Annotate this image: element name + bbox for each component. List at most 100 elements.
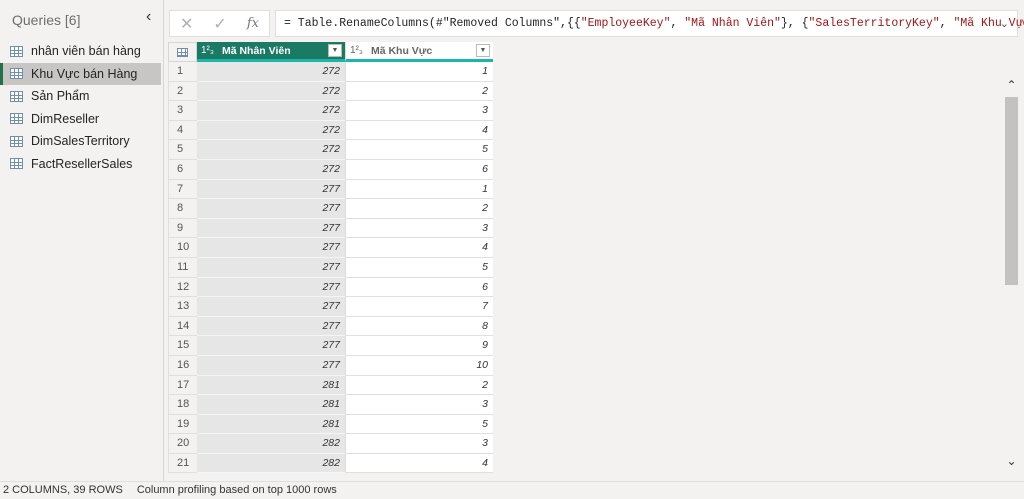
cell-ma-nhan-vien[interactable]: 281 — [197, 375, 345, 396]
query-item[interactable]: DimSalesTerritory — [0, 130, 163, 153]
column-header-ma-nhan-vien[interactable]: 1²₃ Mã Nhân Viên ▼ — [197, 42, 345, 62]
row-number[interactable]: 10 — [168, 238, 197, 258]
table-menu-icon[interactable] — [168, 42, 197, 62]
cell-ma-nhan-vien[interactable]: 281 — [197, 395, 345, 415]
formula-string: "Mã Khu Vực" — [953, 17, 1024, 30]
filter-dropdown-icon[interactable]: ▼ — [476, 44, 490, 57]
row-number[interactable]: 4 — [168, 120, 197, 141]
cell-ma-nhan-vien[interactable]: 277 — [197, 179, 345, 200]
row-number[interactable]: 13 — [168, 297, 197, 317]
cell-ma-khu-vuc[interactable]: 10 — [345, 355, 493, 376]
grid-header: 1²₃ Mã Nhân Viên ▼ 1²₃ Mã Khu Vực ▼ — [168, 42, 494, 62]
table-row: 2 272 2 — [168, 81, 494, 102]
cell-ma-nhan-vien[interactable]: 277 — [197, 257, 345, 278]
scrollbar-thumb[interactable] — [1005, 97, 1018, 285]
cell-ma-nhan-vien[interactable]: 277 — [197, 218, 345, 239]
table-row: 6 272 6 — [168, 159, 494, 180]
cell-ma-nhan-vien[interactable]: 272 — [197, 140, 345, 160]
cell-ma-nhan-vien[interactable]: 272 — [197, 81, 345, 102]
scroll-down-icon[interactable]: ⌄ — [1003, 454, 1020, 470]
collapse-pane-chevron-left-icon[interactable]: ‹ — [146, 8, 151, 26]
column-header-ma-khu-vuc[interactable]: 1²₃ Mã Khu Vực ▼ — [345, 42, 493, 62]
cell-ma-khu-vuc[interactable]: 6 — [345, 159, 493, 180]
row-number[interactable]: 12 — [168, 277, 197, 298]
whole-number-type-icon[interactable]: 1²₃ — [350, 45, 363, 56]
query-item[interactable]: Khu Vực bán Hàng — [0, 62, 161, 85]
cell-ma-nhan-vien[interactable]: 277 — [197, 277, 345, 298]
cell-ma-nhan-vien[interactable]: 277 — [197, 316, 345, 337]
row-number[interactable]: 18 — [168, 395, 197, 415]
cell-ma-khu-vuc[interactable]: 6 — [345, 277, 493, 298]
row-number[interactable]: 11 — [168, 257, 197, 278]
table-icon — [10, 158, 23, 170]
row-number[interactable]: 5 — [168, 140, 197, 160]
cell-ma-nhan-vien[interactable]: 277 — [197, 355, 345, 376]
vertical-scrollbar[interactable]: ⌃ ⌄ — [1003, 78, 1020, 470]
queries-title: Queries [6] — [12, 12, 81, 28]
commit-check-icon[interactable]: ✓ — [213, 14, 226, 34]
cell-ma-khu-vuc[interactable]: 2 — [345, 375, 493, 396]
table-row: 4 272 4 — [168, 120, 494, 141]
profiling-status[interactable]: Column profiling based on top 1000 rows — [137, 484, 337, 496]
cell-ma-khu-vuc[interactable]: 2 — [345, 199, 493, 219]
row-number[interactable]: 17 — [168, 375, 197, 396]
filter-dropdown-icon[interactable]: ▼ — [328, 44, 342, 57]
cell-ma-nhan-vien[interactable]: 272 — [197, 101, 345, 121]
expand-formula-chevron-down-icon[interactable]: ⌄ — [1000, 11, 1009, 36]
cell-ma-khu-vuc[interactable]: 1 — [345, 62, 493, 82]
row-number[interactable]: 3 — [168, 101, 197, 121]
formula-input[interactable]: = Table.RenameColumns(#"Removed Columns"… — [275, 10, 1024, 37]
cell-ma-khu-vuc[interactable]: 7 — [345, 297, 493, 317]
table-row: 15 277 9 — [168, 336, 494, 356]
cell-ma-khu-vuc[interactable]: 3 — [345, 395, 493, 415]
cell-ma-khu-vuc[interactable]: 2 — [345, 81, 493, 102]
cell-ma-nhan-vien[interactable]: 281 — [197, 414, 345, 435]
cell-ma-nhan-vien[interactable]: 272 — [197, 62, 345, 82]
cell-ma-khu-vuc[interactable]: 4 — [345, 238, 493, 258]
scroll-up-icon[interactable]: ⌃ — [1003, 78, 1020, 94]
cancel-icon[interactable]: ✕ — [180, 14, 193, 34]
row-number[interactable]: 9 — [168, 218, 197, 239]
cell-ma-khu-vuc[interactable]: 5 — [345, 257, 493, 278]
cell-ma-khu-vuc[interactable]: 4 — [345, 120, 493, 141]
query-item[interactable]: nhân viên bán hàng — [0, 40, 163, 63]
formula-controls: ✕ ✓ fx — [169, 10, 270, 37]
query-item[interactable]: DimReseller — [0, 108, 163, 131]
cell-ma-nhan-vien[interactable]: 277 — [197, 238, 345, 258]
cell-ma-khu-vuc[interactable]: 9 — [345, 336, 493, 356]
query-item[interactable]: Sản Phẩm — [0, 85, 163, 108]
cell-ma-nhan-vien[interactable]: 272 — [197, 159, 345, 180]
queries-pane: Queries [6] ‹ nhân viên bán hàng Khu Vực … — [0, 0, 164, 481]
cell-ma-nhan-vien[interactable]: 277 — [197, 199, 345, 219]
cell-ma-khu-vuc[interactable]: 3 — [345, 101, 493, 121]
row-number[interactable]: 8 — [168, 199, 197, 219]
formula-text: , — [670, 17, 685, 30]
cell-ma-khu-vuc[interactable]: 3 — [345, 434, 493, 454]
row-number[interactable]: 1 — [168, 62, 197, 82]
cell-ma-khu-vuc[interactable]: 1 — [345, 179, 493, 200]
cell-ma-nhan-vien[interactable]: 282 — [197, 434, 345, 454]
row-number[interactable]: 7 — [168, 179, 197, 200]
row-number[interactable]: 15 — [168, 336, 197, 356]
row-number[interactable]: 19 — [168, 414, 197, 435]
table-row: 3 272 3 — [168, 101, 494, 121]
row-number[interactable]: 2 — [168, 81, 197, 102]
cell-ma-nhan-vien[interactable]: 282 — [197, 453, 345, 474]
cell-ma-nhan-vien[interactable]: 277 — [197, 336, 345, 356]
row-number[interactable]: 6 — [168, 159, 197, 180]
cell-ma-khu-vuc[interactable]: 3 — [345, 218, 493, 239]
cell-ma-khu-vuc[interactable]: 5 — [345, 140, 493, 160]
cell-ma-khu-vuc[interactable]: 8 — [345, 316, 493, 337]
cell-ma-khu-vuc[interactable]: 5 — [345, 414, 493, 435]
row-number[interactable]: 20 — [168, 434, 197, 454]
fx-icon[interactable]: fx — [247, 16, 259, 31]
cell-ma-nhan-vien[interactable]: 277 — [197, 297, 345, 317]
query-item[interactable]: FactResellerSales — [0, 153, 163, 176]
row-number[interactable]: 16 — [168, 355, 197, 376]
formula-text: }, { — [780, 17, 809, 30]
row-number[interactable]: 21 — [168, 453, 197, 474]
row-number[interactable]: 14 — [168, 316, 197, 337]
cell-ma-nhan-vien[interactable]: 272 — [197, 120, 345, 141]
cell-ma-khu-vuc[interactable]: 4 — [345, 453, 493, 474]
whole-number-type-icon[interactable]: 1²₃ — [201, 45, 214, 56]
